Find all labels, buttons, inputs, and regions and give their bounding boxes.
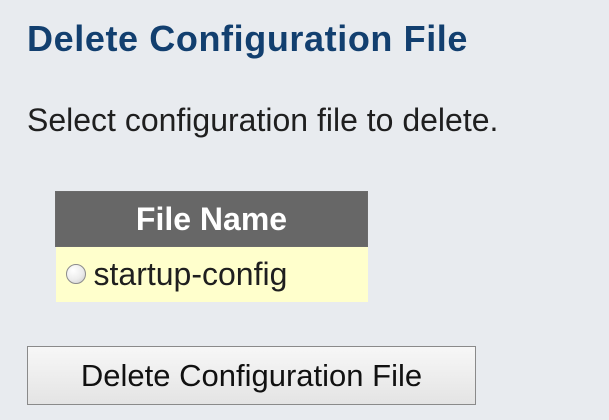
radio-button-icon[interactable] — [65, 263, 86, 284]
table-header-row: File Name — [55, 191, 368, 247]
configuration-file-table: File Name startup-config — [55, 191, 368, 302]
file-name-cell: startup-config — [55, 246, 368, 302]
page-title: Delete Configuration File — [27, 18, 469, 59]
table-row[interactable]: startup-config — [55, 246, 368, 302]
instruction-text: Select configuration file to delete. — [27, 102, 499, 138]
delete-configuration-file-button[interactable]: Delete Configuration File — [27, 346, 476, 405]
file-name-column-header: File Name — [55, 191, 368, 247]
file-name-label: startup-config — [93, 256, 288, 292]
